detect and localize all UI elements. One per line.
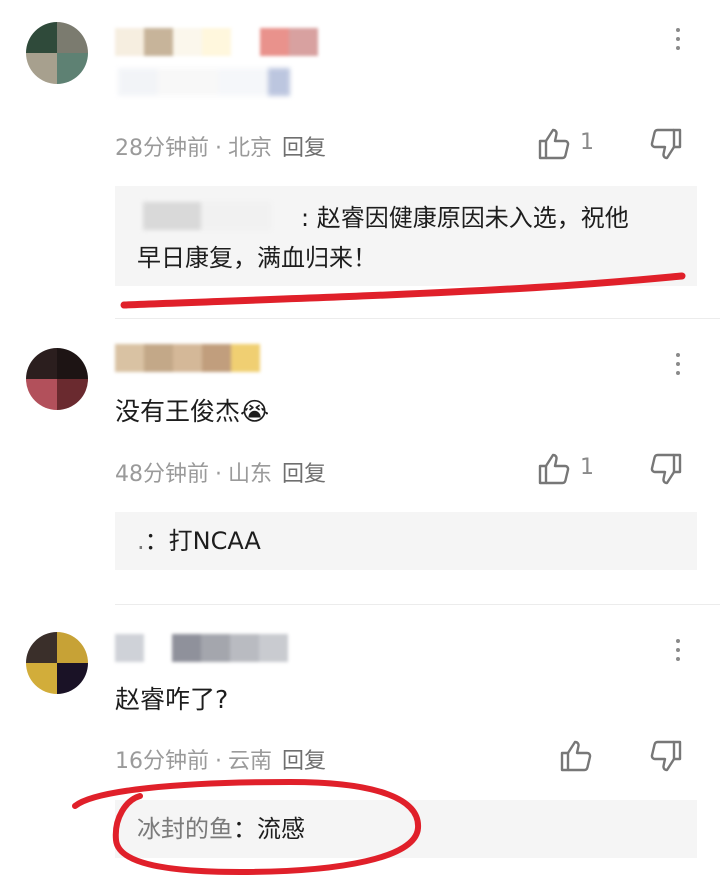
like-count: 1 <box>580 455 594 480</box>
reply-box[interactable]: .：打NCAA <box>115 512 697 570</box>
location: 北京 <box>228 136 273 161</box>
location: 云南 <box>228 749 273 774</box>
reply-button[interactable]: 回复 <box>282 749 326 774</box>
comment-text-blurred <box>118 68 290 96</box>
avatar[interactable] <box>26 348 88 410</box>
timestamp: 16分钟前 <box>115 749 209 774</box>
meta-dot: · <box>215 136 222 161</box>
reply-line-1: 赵睿因健康原因未入选，祝他 <box>316 204 629 232</box>
username-blurred[interactable] <box>115 634 288 662</box>
avatar[interactable] <box>26 22 88 84</box>
reply-button[interactable]: 回复 <box>282 136 326 161</box>
reply-content: 打NCAA <box>168 527 261 555</box>
comment-meta: 48分钟前 · 山东 回复 <box>115 456 326 488</box>
avatar[interactable] <box>26 632 88 694</box>
username-blurred[interactable] <box>115 28 318 56</box>
reply-author[interactable]: 冰封的鱼 <box>137 815 233 843</box>
reply-content: 流感 <box>257 815 305 843</box>
divider <box>115 604 720 605</box>
thumbs-up-icon[interactable] <box>536 126 572 162</box>
more-options-icon[interactable] <box>664 636 692 664</box>
thumbs-down-icon[interactable] <box>648 126 684 162</box>
reply-box[interactable]: : 赵睿因健康原因未入选，祝他 早日康复，满血归来！ <box>115 186 697 286</box>
comment-text: 赵睿咋了? <box>115 685 229 714</box>
reply-separator: ： <box>144 527 169 555</box>
more-options-icon[interactable] <box>664 25 692 53</box>
red-annotation-marks <box>72 272 686 876</box>
reply-separator: ： <box>233 815 257 843</box>
username-blurred[interactable] <box>115 344 260 372</box>
thumbs-up-icon[interactable] <box>536 451 572 487</box>
location: 山东 <box>228 462 273 487</box>
thumbs-up-icon[interactable] <box>558 738 594 774</box>
thumbs-down-icon[interactable] <box>648 738 684 774</box>
reply-button[interactable]: 回复 <box>282 462 326 487</box>
reply-author[interactable]: . <box>137 527 145 555</box>
reply-separator: : <box>301 204 310 232</box>
reply-text-line2: 早日康复，满血归来！ <box>137 244 377 272</box>
comment-meta: 16分钟前 · 云南 回复 <box>115 743 326 775</box>
reply-box[interactable]: 冰封的鱼：流感 <box>115 800 697 858</box>
like-count: 1 <box>580 130 594 155</box>
comment-meta: 28分钟前 · 北京 回复 <box>115 130 326 162</box>
timestamp: 28分钟前 <box>115 136 209 161</box>
reply-author-blurred <box>143 202 271 230</box>
more-options-icon[interactable] <box>664 350 692 378</box>
comment-text: 没有王俊杰😭 <box>115 397 270 426</box>
reply-text: 冰封的鱼：流感 <box>137 809 305 849</box>
reply-text: : 赵睿因健康原因未入选，祝他 <box>301 198 629 238</box>
timestamp: 48分钟前 <box>115 462 209 487</box>
reply-text: .：打NCAA <box>137 521 261 561</box>
meta-dot: · <box>215 749 222 774</box>
meta-dot: · <box>215 462 222 487</box>
thumbs-down-icon[interactable] <box>648 451 684 487</box>
divider <box>115 318 720 319</box>
